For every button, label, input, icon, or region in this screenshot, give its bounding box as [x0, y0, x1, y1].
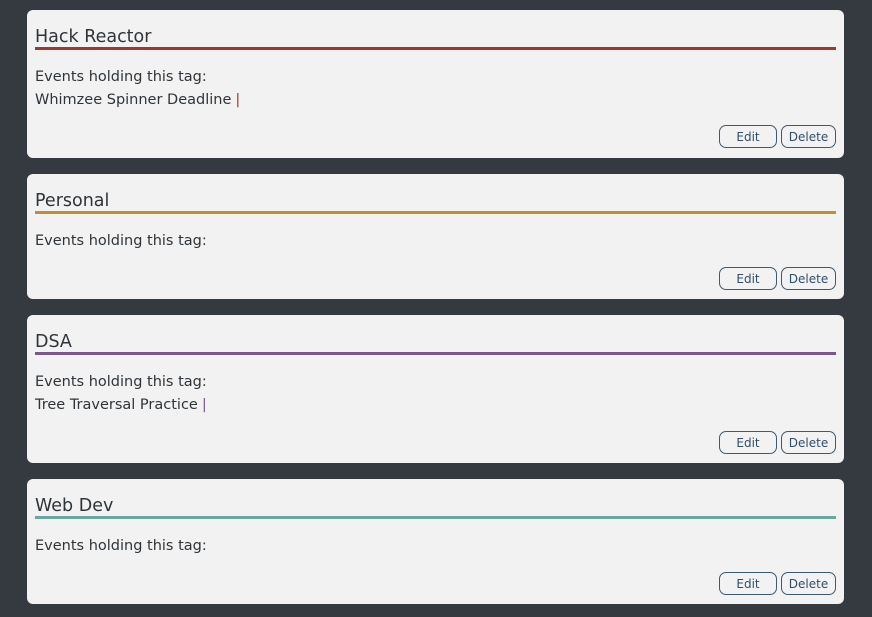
events-label: Events holding this tag: — [35, 233, 207, 249]
tag-color-rule — [35, 352, 836, 355]
tag-card: Personal Events holding this tag: Edit D… — [27, 174, 844, 299]
events-label: Events holding this tag: — [35, 69, 207, 85]
tag-color-rule — [35, 47, 836, 50]
tag-card: Hack Reactor Events holding this tag: Wh… — [27, 10, 844, 158]
tag-color-rule — [35, 516, 836, 519]
events-label: Events holding this tag: — [35, 538, 207, 554]
event-list: Tree Traversal Practice | — [35, 396, 207, 414]
event-item: Whimzee Spinner Deadline — [35, 92, 232, 108]
event-separator: | — [201, 397, 207, 413]
tag-title: Personal — [35, 191, 110, 211]
tag-title: DSA — [35, 332, 72, 352]
tag-color-rule — [35, 211, 836, 214]
delete-button[interactable]: Delete — [781, 125, 836, 148]
events-label: Events holding this tag: — [35, 374, 207, 390]
edit-button[interactable]: Edit — [719, 572, 777, 595]
edit-button[interactable]: Edit — [719, 267, 777, 290]
edit-button[interactable]: Edit — [719, 431, 777, 454]
tag-title: Web Dev — [35, 496, 114, 516]
event-list: Whimzee Spinner Deadline | — [35, 91, 240, 109]
event-item: Tree Traversal Practice — [35, 397, 198, 413]
delete-button[interactable]: Delete — [781, 267, 836, 290]
delete-button[interactable]: Delete — [781, 572, 836, 595]
tag-title: Hack Reactor — [35, 27, 152, 47]
tag-card: DSA Events holding this tag: Tree Traver… — [27, 315, 844, 463]
tag-card: Web Dev Events holding this tag: Edit De… — [27, 479, 844, 604]
delete-button[interactable]: Delete — [781, 431, 836, 454]
event-separator: | — [235, 92, 241, 108]
edit-button[interactable]: Edit — [719, 125, 777, 148]
